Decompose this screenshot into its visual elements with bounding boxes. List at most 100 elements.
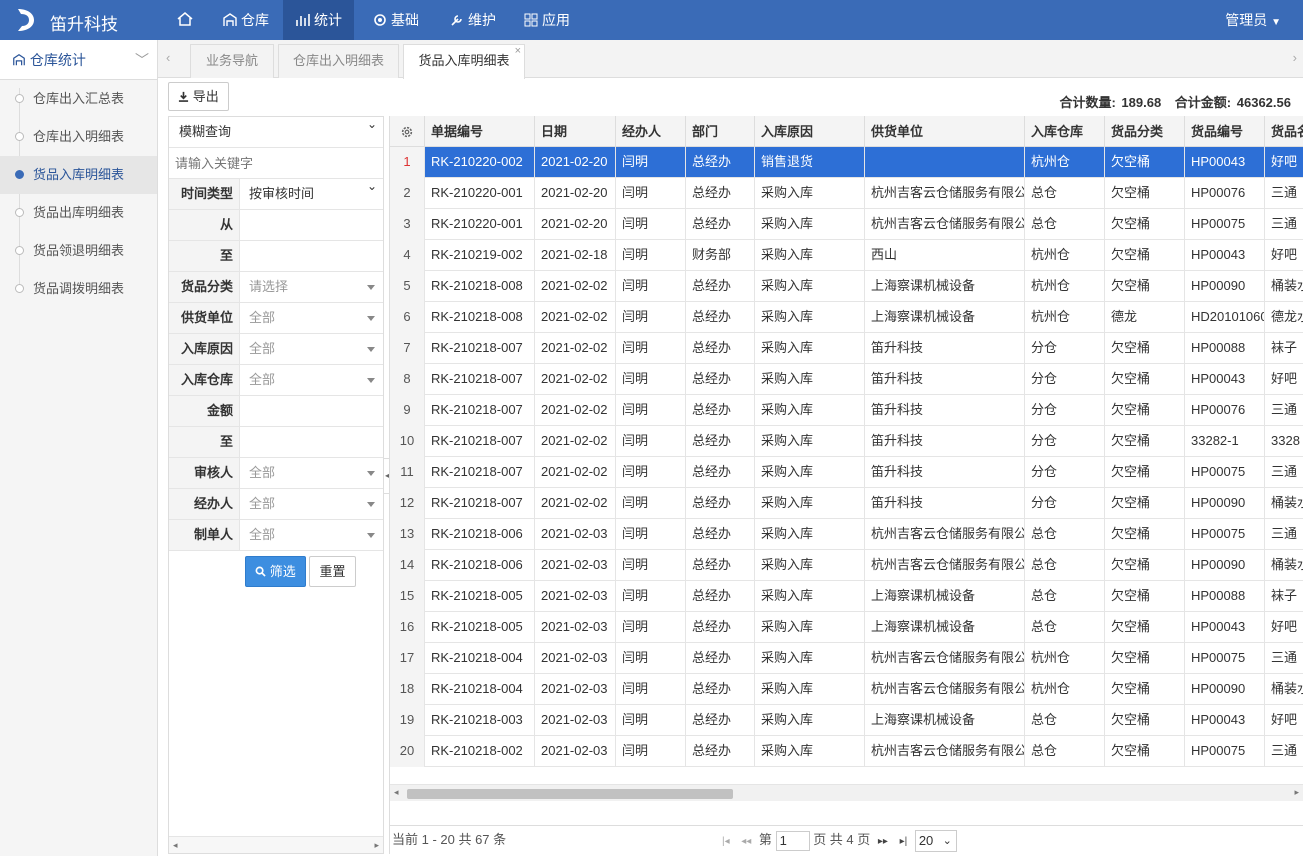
scroll-left-icon[interactable]: ◂ [394,787,399,798]
table-row[interactable]: 3 RK-210220-001 2021-02-20 闫明 总经办 采购入库 杭州吉客云仓储… [390,209,1303,240]
cell-date: 2021-02-20 [535,147,616,178]
nav-warehouse[interactable]: 仓库 [210,0,281,40]
column-header[interactable]: 货品编号 [1185,116,1265,147]
column-header[interactable]: 日期 [535,116,616,147]
table-row[interactable]: 10 RK-210218-007 2021-02-02 闫明 总经办 采购入库 笛升科技 分仓… [390,426,1303,457]
cell-supplier [865,147,1025,178]
cell-handler: 闫明 [616,736,686,767]
cell-category: 欠空桶 [1105,147,1185,178]
page-size-select[interactable]: 20 ⌄ [914,829,957,852]
scroll-right-icon[interactable]: ▸ [1294,787,1299,798]
cell-item-name: 三通 [1265,736,1303,767]
export-button[interactable]: 导出 [168,82,229,111]
tab-inbound-detail[interactable]: 货品入库明细表 × [403,44,525,79]
table-row[interactable]: 8 RK-210218-007 2021-02-02 闫明 总经办 采购入库 笛升科技 分仓欠… [390,364,1303,395]
warehouse-row: 入库仓库 全部 [169,365,383,396]
table-row[interactable]: 16 RK-210218-005 2021-02-03 闫明 总经办 采购入库 上海察课机械… [390,612,1303,643]
warehouse-select[interactable]: 全部 [241,365,383,395]
nav-basic[interactable]: 基础 [360,0,431,40]
handler-select[interactable]: 全部 [241,489,383,519]
nav-apps[interactable]: 应用 [511,0,582,40]
auditor-select[interactable]: 全部 [241,458,383,488]
cell-date: 2021-02-02 [535,364,616,395]
table-row[interactable]: 1 RK-210220-002 2021-02-20 闫明 总经办 销售退货 杭州仓 欠空桶 H… [390,147,1303,178]
reason-select[interactable]: 全部 [241,334,383,364]
reset-button[interactable]: 重置 [309,556,356,587]
column-settings[interactable] [390,116,425,147]
sidebar-item-summary[interactable]: 仓库出入汇总表 [0,80,157,118]
tab-scroll-left-icon[interactable]: ‹ [166,50,170,65]
next-page-icon[interactable]: ▸▸ [878,836,888,847]
column-header[interactable]: 货品名 [1265,116,1303,147]
scrollbar-thumb[interactable] [407,789,733,799]
column-header[interactable]: 入库仓库 [1025,116,1105,147]
sidebar-item-inbound-detail[interactable]: 货品入库明细表 [0,156,157,194]
filter-button[interactable]: 筛选 [245,556,306,587]
cell-date: 2021-02-18 [535,240,616,271]
table-row[interactable]: 7 RK-210218-007 2021-02-02 闫明 总经办 采购入库 笛升科技 分仓欠… [390,333,1303,364]
nav-home[interactable] [164,0,209,40]
amount-to-input[interactable] [241,427,383,457]
amount-from-input[interactable] [241,396,383,426]
sidebar-item-requisition-detail[interactable]: 货品领退明细表 [0,232,157,270]
category-select[interactable]: 请选择 [241,272,383,302]
date-to-input[interactable] [241,241,383,271]
cell-reason: 采购入库 [755,736,865,767]
sidebar-item-transfer-detail[interactable]: 货品调拨明细表 [0,270,157,308]
cell-handler: 闫明 [616,147,686,178]
cell-warehouse: 分仓 [1025,364,1105,395]
cell-item-code: HP00090 [1185,271,1265,302]
cell-category: 欠空桶 [1105,488,1185,519]
table-row[interactable]: 13 RK-210218-006 2021-02-03 闫明 总经办 采购入库 杭州吉客云仓… [390,519,1303,550]
grid-body: 1 RK-210220-002 2021-02-20 闫明 总经办 销售退货 杭州仓 欠空桶 H… [390,147,1303,767]
table-row[interactable]: 20 RK-210218-002 2021-02-03 闫明 总经办 采购入库 杭州吉客云仓… [390,736,1303,767]
sidebar-item-inout-detail[interactable]: 仓库出入明细表 [0,118,157,156]
search-icon [255,566,266,577]
keyword-input[interactable] [169,148,383,178]
table-row[interactable]: 19 RK-210218-003 2021-02-03 闫明 总经办 采购入库 上海察课机械… [390,705,1303,736]
column-header[interactable]: 入库原因 [755,116,865,147]
nav-maintenance[interactable]: 维护 [437,0,508,40]
filter-hscroll[interactable]: ◂ ▸ [169,836,383,853]
table-row[interactable]: 6 RK-210218-008 2021-02-02 闫明 总经办 采购入库 上海察课机械设… [390,302,1303,333]
table-row[interactable]: 9 RK-210218-007 2021-02-02 闫明 总经办 采购入库 笛升科技 分仓欠… [390,395,1303,426]
table-row[interactable]: 18 RK-210218-004 2021-02-03 闫明 总经办 采购入库 杭州吉客云仓… [390,674,1303,705]
first-page-icon[interactable]: |◂ [722,836,730,847]
column-header[interactable]: 部门 [686,116,755,147]
cell-dept: 总经办 [686,302,755,333]
table-row[interactable]: 4 RK-210219-002 2021-02-18 闫明 财务部 采购入库 西山 杭州仓 欠空… [390,240,1303,271]
close-icon[interactable]: × [515,35,521,67]
sidebar-header[interactable]: 仓库统计 ﹀ [0,40,157,80]
date-from-input[interactable] [241,210,383,240]
time-type-select[interactable]: 按审核时间 [241,179,383,209]
page-number-input[interactable]: 1 [775,830,810,851]
chevron-down-icon: ⌄ [366,179,377,193]
cell-category: 欠空桶 [1105,426,1185,457]
cell-date: 2021-02-03 [535,643,616,674]
column-header[interactable]: 货品分类 [1105,116,1185,147]
table-row[interactable]: 12 RK-210218-007 2021-02-02 闫明 总经办 采购入库 笛升科技 分仓… [390,488,1303,519]
tab-scroll-right-icon[interactable]: › [1293,50,1297,65]
sidebar-item-outbound-detail[interactable]: 货品出库明细表 [0,194,157,232]
last-page-icon[interactable]: ▸| [900,836,908,847]
cell-item-name: 德龙水 [1265,302,1303,333]
tab-business-nav[interactable]: 业务导航 [190,44,274,78]
user-menu[interactable]: 管理员 ▼ [1225,0,1281,43]
cell-dept: 总经办 [686,457,755,488]
table-row[interactable]: 2 RK-210220-001 2021-02-20 闫明 总经办 采购入库 杭州吉客云仓储… [390,178,1303,209]
query-mode-select[interactable]: 模糊查询 ⌄ [169,117,383,148]
grid-hscrollbar[interactable]: ◂ ▸ [390,784,1303,801]
nav-statistics[interactable]: 统计 [283,0,354,40]
column-header[interactable]: 供货单位 [865,116,1025,147]
table-row[interactable]: 15 RK-210218-005 2021-02-03 闫明 总经办 采购入库 上海察课机械… [390,581,1303,612]
prev-page-icon[interactable]: ◂◂ [741,836,751,847]
table-row[interactable]: 11 RK-210218-007 2021-02-02 闫明 总经办 采购入库 笛升科技 分仓… [390,457,1303,488]
column-header[interactable]: 单据编号 [425,116,535,147]
supplier-select[interactable]: 全部 [241,303,383,333]
column-header[interactable]: 经办人 [616,116,686,147]
table-row[interactable]: 14 RK-210218-006 2021-02-03 闫明 总经办 采购入库 杭州吉客云仓… [390,550,1303,581]
maker-select[interactable]: 全部 [241,520,383,550]
table-row[interactable]: 5 RK-210218-008 2021-02-02 闫明 总经办 采购入库 上海察课机械设… [390,271,1303,302]
table-row[interactable]: 17 RK-210218-004 2021-02-03 闫明 总经办 采购入库 杭州吉客云仓… [390,643,1303,674]
tab-inout-detail[interactable]: 仓库出入明细表 [278,44,399,78]
